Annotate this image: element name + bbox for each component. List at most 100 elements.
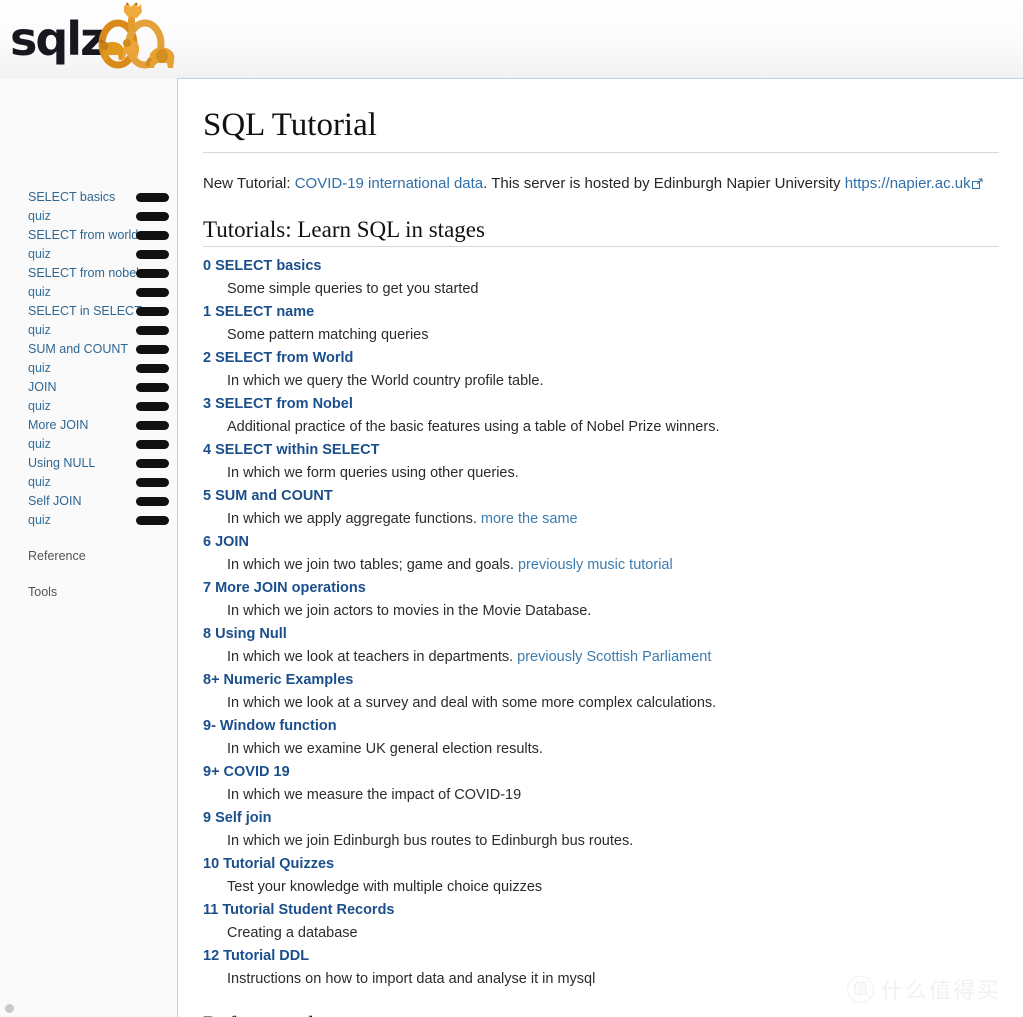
sidebar-item-select-from-world[interactable]: SELECT from world bbox=[0, 226, 177, 245]
tutorial-link[interactable]: 1 SELECT name bbox=[203, 301, 314, 324]
sidebar-item-quiz-7[interactable]: quiz bbox=[0, 473, 177, 492]
tutorial-description-text: In which we join actors to movies in the… bbox=[227, 603, 592, 619]
sidebar-item-label: Self JOIN bbox=[28, 494, 82, 508]
tutorial-description: In which we look at teachers in departme… bbox=[227, 646, 999, 669]
tutorial-item-7: 7 More JOIN operations In which we join … bbox=[203, 577, 999, 623]
site-header: sqlz bbox=[0, 0, 1023, 78]
napier-university-link[interactable]: https://napier.ac.uk bbox=[845, 175, 971, 192]
sidebar-item-label: quiz bbox=[28, 399, 51, 413]
sidebar: SELECT basics quiz SELECT from world qui… bbox=[0, 78, 177, 1017]
tutorial-link[interactable]: 11 Tutorial Student Records bbox=[203, 899, 395, 922]
tutorial-description-text: Some pattern matching queries bbox=[227, 327, 429, 343]
main-content: SQL Tutorial New Tutorial: COVID-19 inte… bbox=[177, 78, 1023, 1017]
tutorial-item-15: 12 Tutorial DDL Instructions on how to i… bbox=[203, 945, 999, 991]
tutorial-link[interactable]: 12 Tutorial DDL bbox=[203, 945, 309, 968]
sidebar-item-label: quiz bbox=[28, 247, 51, 261]
tutorial-link[interactable]: 2 SELECT from World bbox=[203, 347, 353, 370]
tutorial-description-text: In which we query the World country prof… bbox=[227, 373, 544, 389]
tutorial-link[interactable]: 7 More JOIN operations bbox=[203, 577, 366, 600]
progress-bar bbox=[136, 383, 169, 392]
tutorial-item-8: 8 Using Null In which we look at teacher… bbox=[203, 623, 999, 669]
tutorial-item-14: 11 Tutorial Student Records Creating a d… bbox=[203, 899, 999, 945]
tutorial-description-link[interactable]: more the same bbox=[481, 511, 578, 527]
tutorial-description: In which we examine UK general election … bbox=[227, 738, 999, 761]
tutorial-description-text: In which we join two tables; game and go… bbox=[227, 557, 518, 573]
sidebar-item-label: SUM and COUNT bbox=[28, 342, 129, 356]
progress-bar bbox=[136, 231, 169, 240]
tutorial-description: In which we form queries using other que… bbox=[227, 462, 999, 485]
sidebar-item-quiz-6[interactable]: quiz bbox=[0, 435, 177, 454]
sidebar-item-quiz-0[interactable]: quiz bbox=[0, 207, 177, 226]
sidebar-item-join[interactable]: JOIN bbox=[0, 378, 177, 397]
progress-bar bbox=[136, 497, 169, 506]
sidebar-item-quiz-4[interactable]: quiz bbox=[0, 359, 177, 378]
tutorial-link[interactable]: 5 SUM and COUNT bbox=[203, 485, 333, 508]
sidebar-item-quiz-2[interactable]: quiz bbox=[0, 283, 177, 302]
sidebar-item-label: More JOIN bbox=[28, 418, 89, 432]
sidebar-item-select-in-select[interactable]: SELECT in SELECT bbox=[0, 302, 177, 321]
tutorial-item-11: 9+ COVID 19 In which we measure the impa… bbox=[203, 761, 999, 807]
sidebar-item-select-from-nobel[interactable]: SELECT from nobel bbox=[0, 264, 177, 283]
zoo-animals-icon bbox=[98, 2, 175, 69]
tutorial-item-10: 9- Window function In which we examine U… bbox=[203, 715, 999, 761]
tutorial-description: Instructions on how to import data and a… bbox=[227, 968, 999, 991]
tutorial-description-text: In which we join Edinburgh bus routes to… bbox=[227, 833, 634, 849]
intro-prefix: New Tutorial: bbox=[203, 175, 295, 192]
tutorial-description-text: In which we look at a survey and deal wi… bbox=[227, 695, 717, 711]
progress-bar bbox=[136, 421, 169, 430]
sidebar-item-label: SELECT basics bbox=[28, 190, 116, 204]
tutorial-description: In which we join Edinburgh bus routes to… bbox=[227, 830, 999, 853]
tutorial-link[interactable]: 3 SELECT from Nobel bbox=[203, 393, 353, 416]
tutorial-description-text: Some simple queries to get you started bbox=[227, 281, 479, 297]
tutorial-description-text: In which we look at teachers in departme… bbox=[227, 649, 518, 665]
sidebar-item-tools[interactable]: Tools bbox=[0, 583, 177, 602]
sidebar-item-quiz-3[interactable]: quiz bbox=[0, 321, 177, 340]
tutorial-link[interactable]: 9+ COVID 19 bbox=[203, 761, 290, 784]
tutorial-description: In which we measure the impact of COVID-… bbox=[227, 784, 999, 807]
tutorial-link[interactable]: 4 SELECT within SELECT bbox=[203, 439, 379, 462]
tutorial-link[interactable]: 8+ Numeric Examples bbox=[203, 669, 353, 692]
sidebar-item-self-join[interactable]: Self JOIN bbox=[0, 492, 177, 511]
sidebar-item-label: quiz bbox=[28, 361, 51, 375]
sidebar-item-label: SELECT from world bbox=[28, 228, 139, 242]
sidebar-item-more-join[interactable]: More JOIN bbox=[0, 416, 177, 435]
covid-tutorial-link[interactable]: COVID-19 international data bbox=[295, 175, 483, 192]
sidebar-item-quiz-1[interactable]: quiz bbox=[0, 245, 177, 264]
progress-bar bbox=[136, 326, 169, 335]
tutorial-description-text: Creating a database bbox=[227, 925, 358, 941]
progress-bar bbox=[136, 402, 169, 411]
sidebar-item-label: quiz bbox=[28, 209, 51, 223]
progress-bar bbox=[136, 307, 169, 316]
tutorial-link[interactable]: 9- Window function bbox=[203, 715, 337, 738]
progress-bar bbox=[136, 478, 169, 487]
tutorial-description-text: In which we form queries using other que… bbox=[227, 465, 519, 481]
progress-bar bbox=[136, 364, 169, 373]
tutorial-link[interactable]: 8 Using Null bbox=[203, 623, 287, 646]
tutorial-description: Additional practice of the basic feature… bbox=[227, 416, 999, 439]
progress-bar bbox=[136, 212, 169, 221]
sidebar-item-sum-and-count[interactable]: SUM and COUNT bbox=[0, 340, 177, 359]
sqlzoo-logo[interactable]: sqlz bbox=[10, 2, 175, 74]
tutorial-link[interactable]: 10 Tutorial Quizzes bbox=[203, 853, 334, 876]
sidebar-item-label: quiz bbox=[28, 475, 51, 489]
tutorial-link[interactable]: 6 JOIN bbox=[203, 531, 249, 554]
sidebar-item-using-null[interactable]: Using NULL bbox=[0, 454, 177, 473]
tutorial-description-link[interactable]: previously Scottish Parliament bbox=[517, 649, 711, 665]
progress-bar bbox=[136, 516, 169, 525]
tutorial-link[interactable]: 0 SELECT basics bbox=[203, 255, 321, 278]
sidebar-item-reference[interactable]: Reference bbox=[0, 547, 177, 566]
sidebar-item-select-basics[interactable]: SELECT basics bbox=[0, 188, 177, 207]
tutorial-list: 0 SELECT basics Some simple queries to g… bbox=[203, 255, 999, 991]
tutorial-item-4: 4 SELECT within SELECT In which we form … bbox=[203, 439, 999, 485]
tutorial-description: Some simple queries to get you started bbox=[227, 278, 999, 301]
tutorial-link[interactable]: 9 Self join bbox=[203, 807, 272, 830]
sidebar-item-label: quiz bbox=[28, 285, 51, 299]
tutorial-description-link[interactable]: previously music tutorial bbox=[518, 557, 673, 573]
tutorial-description-text: In which we apply aggregate functions. bbox=[227, 511, 481, 527]
sidebar-item-quiz-5[interactable]: quiz bbox=[0, 397, 177, 416]
sidebar-item-label: quiz bbox=[28, 323, 51, 337]
tutorial-description: Some pattern matching queries bbox=[227, 324, 999, 347]
sidebar-item-quiz-8[interactable]: quiz bbox=[0, 511, 177, 530]
tutorial-item-2: 2 SELECT from World In which we query th… bbox=[203, 347, 999, 393]
